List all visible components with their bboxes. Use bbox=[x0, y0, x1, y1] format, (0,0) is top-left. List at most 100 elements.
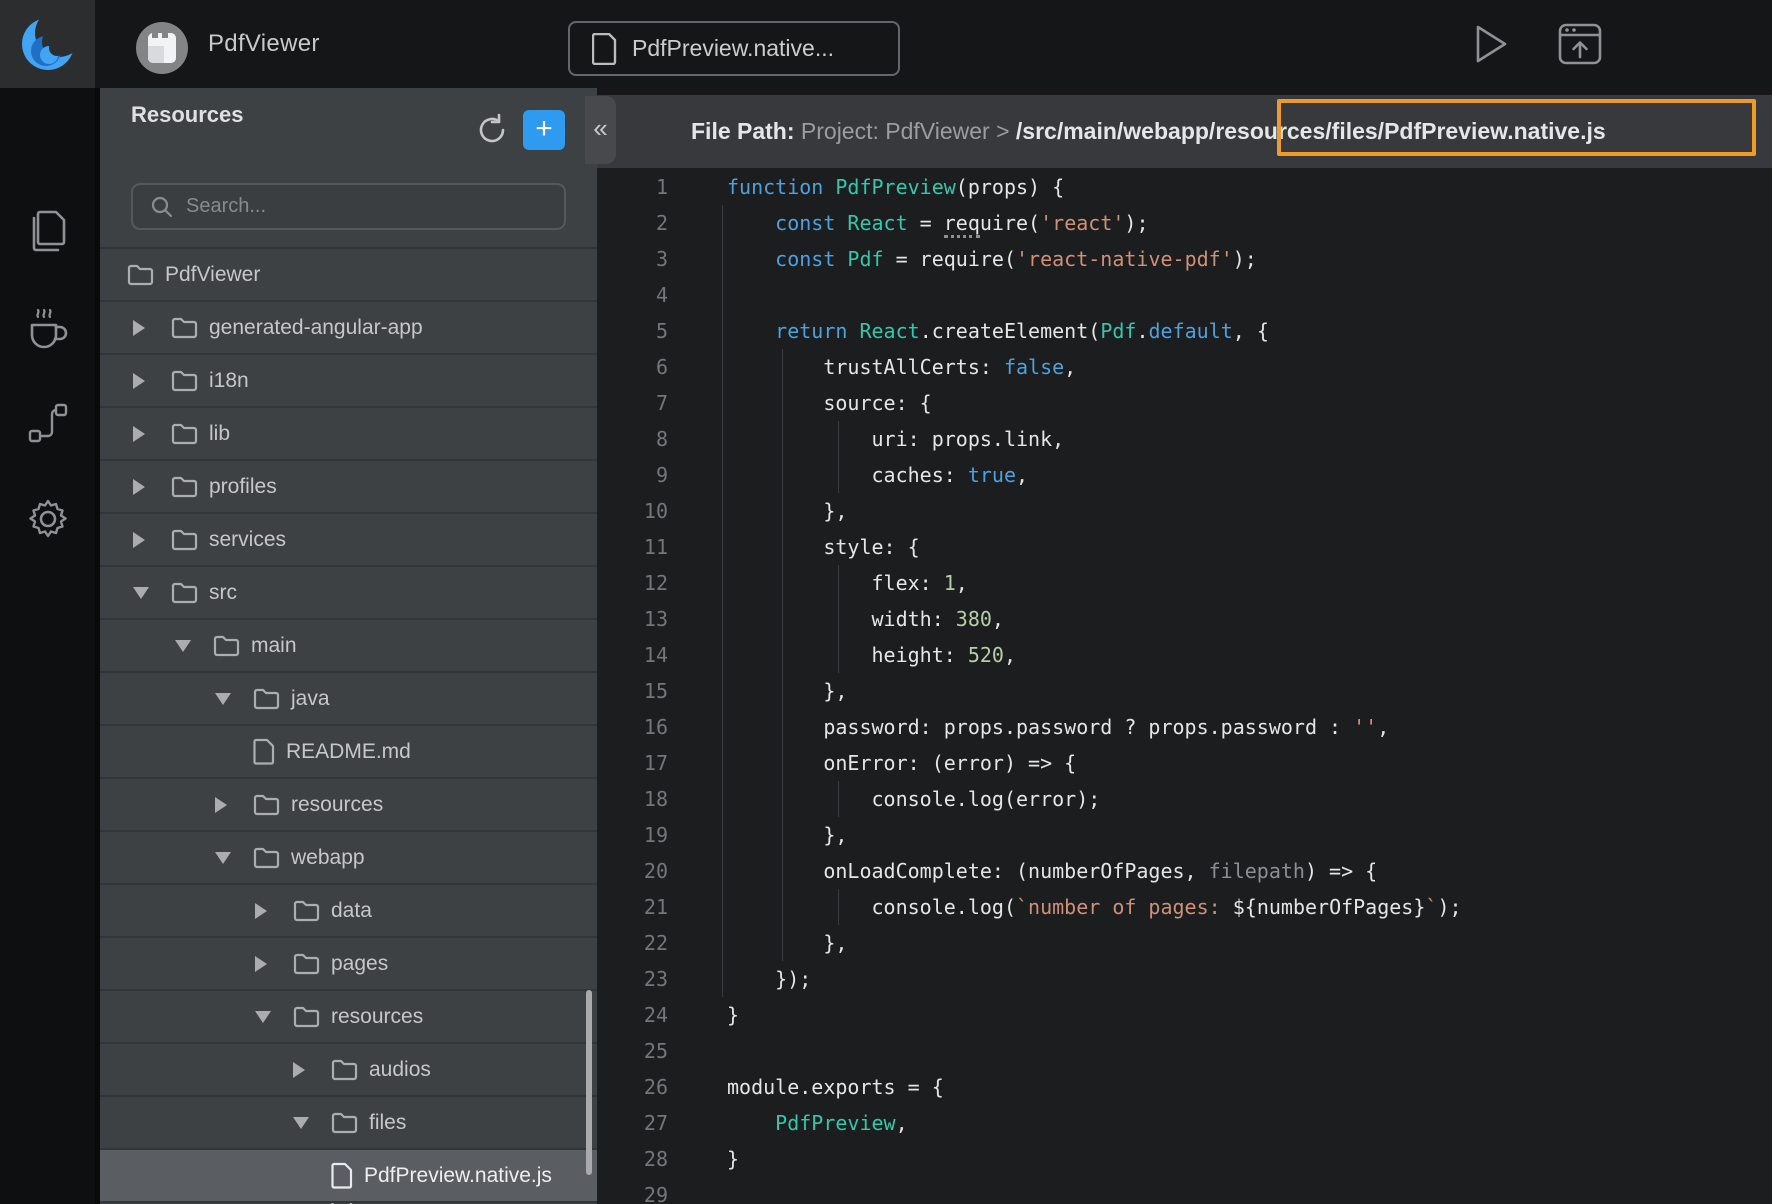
code-line[interactable]: 17 onError: (error) => { bbox=[597, 745, 1772, 781]
code-line[interactable]: 1 function PdfPreview(props) { bbox=[597, 169, 1772, 205]
tree-folder-row[interactable]: services bbox=[100, 512, 597, 565]
code-text: function PdfPreview(props) { bbox=[727, 169, 1064, 205]
code-line[interactable]: 10 }, bbox=[597, 493, 1772, 529]
line-number: 2 bbox=[597, 205, 668, 241]
code-line[interactable]: 7 source: { bbox=[597, 385, 1772, 421]
code-line[interactable]: 16 password: props.password ? props.pass… bbox=[597, 709, 1772, 745]
folder-icon bbox=[293, 899, 320, 922]
coffee-tool-button[interactable] bbox=[25, 304, 71, 350]
line-number: 20 bbox=[597, 853, 668, 889]
chevron-down-icon[interactable] bbox=[133, 587, 171, 599]
folder-icon bbox=[171, 316, 198, 339]
search-icon bbox=[150, 195, 174, 219]
tree-folder-row[interactable]: main bbox=[100, 618, 597, 671]
tree-folder-row[interactable]: PdfViewer bbox=[100, 247, 597, 300]
tree-folder-row[interactable]: src bbox=[100, 565, 597, 618]
code-line[interactable]: 28} bbox=[597, 1141, 1772, 1177]
code-line[interactable]: 15 }, bbox=[597, 673, 1772, 709]
code-line[interactable]: 20 onLoadComplete: (numberOfPages, filep… bbox=[597, 853, 1772, 889]
tree-file-row[interactable]: PdfPreview.native.js bbox=[100, 1148, 597, 1201]
ide-logo[interactable] bbox=[0, 0, 95, 88]
line-number: 23 bbox=[597, 961, 668, 997]
code-line[interactable]: 8 uri: props.link, bbox=[597, 421, 1772, 457]
code-line[interactable]: 9 caches: true, bbox=[597, 457, 1772, 493]
chevron-right-icon[interactable] bbox=[215, 797, 253, 813]
code-line[interactable]: 3 const Pdf = require('react-native-pdf'… bbox=[597, 241, 1772, 277]
chevron-right-icon[interactable] bbox=[133, 373, 171, 389]
pages-tool-button[interactable] bbox=[25, 208, 71, 254]
chevron-right-icon[interactable] bbox=[133, 479, 171, 495]
line-number: 15 bbox=[597, 673, 668, 709]
code-line[interactable]: 6 trustAllCerts: false, bbox=[597, 349, 1772, 385]
chevron-down-icon[interactable] bbox=[293, 1117, 331, 1129]
chevron-down-icon[interactable] bbox=[215, 852, 253, 864]
code-line[interactable]: 22 }, bbox=[597, 925, 1772, 961]
line-number: 10 bbox=[597, 493, 668, 529]
code-line[interactable]: 19 }, bbox=[597, 817, 1772, 853]
tree-folder-row[interactable]: audios bbox=[100, 1042, 597, 1095]
tree-folder-row[interactable]: webapp bbox=[100, 830, 597, 883]
code-line[interactable]: 11 style: { bbox=[597, 529, 1772, 565]
code-line[interactable]: 5 return React.createElement(Pdf.default… bbox=[597, 313, 1772, 349]
settings-tool-button[interactable] bbox=[25, 496, 71, 542]
open-file-tab[interactable]: PdfPreview.native... bbox=[568, 21, 900, 76]
tree-folder-row[interactable]: java bbox=[100, 671, 597, 724]
chevron-right-icon[interactable] bbox=[255, 956, 293, 972]
code-line[interactable]: 21 console.log(`number of pages: ${numbe… bbox=[597, 889, 1772, 925]
line-number: 5 bbox=[597, 313, 668, 349]
tree-folder-row[interactable]: lib bbox=[100, 406, 597, 459]
code-line[interactable]: 12 flex: 1, bbox=[597, 565, 1772, 601]
search-input[interactable]: Search... bbox=[131, 183, 566, 230]
chevron-right-icon[interactable] bbox=[255, 903, 293, 919]
code-line[interactable]: 18 console.log(error); bbox=[597, 781, 1772, 817]
tree-item-label: main bbox=[251, 634, 297, 658]
chevron-down-icon[interactable] bbox=[175, 640, 213, 652]
folder-icon bbox=[253, 846, 280, 869]
code-line[interactable]: 26module.exports = { bbox=[597, 1069, 1772, 1105]
code-text: style: { bbox=[727, 529, 920, 565]
tree-file-row[interactable]: README.md bbox=[100, 724, 597, 777]
tree-folder-row[interactable]: pages bbox=[100, 936, 597, 989]
chevron-double-left-icon: « bbox=[593, 113, 607, 144]
plus-icon: + bbox=[535, 114, 553, 144]
code-line[interactable]: 29 bbox=[597, 1177, 1772, 1204]
chevron-down-icon[interactable] bbox=[255, 1011, 293, 1023]
code-line[interactable]: 14 height: 520, bbox=[597, 637, 1772, 673]
flow-tool-button[interactable] bbox=[25, 400, 71, 446]
chevron-right-icon[interactable] bbox=[133, 426, 171, 442]
open-in-window-button[interactable] bbox=[1556, 21, 1604, 67]
line-number: 8 bbox=[597, 421, 668, 457]
code-text: }); bbox=[727, 961, 811, 997]
code-line[interactable]: 23 }); bbox=[597, 961, 1772, 997]
code-line[interactable]: 27 PdfPreview, bbox=[597, 1105, 1772, 1141]
tree-folder-row[interactable]: resources bbox=[100, 989, 597, 1042]
chevron-down-icon[interactable] bbox=[215, 693, 253, 705]
code-text: caches: true, bbox=[727, 457, 1028, 493]
chevron-right-icon[interactable] bbox=[133, 320, 171, 336]
line-number: 14 bbox=[597, 637, 668, 673]
code-line[interactable]: 2 const React = require('react'); bbox=[597, 205, 1772, 241]
code-line[interactable]: 4 bbox=[597, 277, 1772, 313]
line-number: 1 bbox=[597, 169, 668, 205]
tree-folder-row[interactable]: i18n bbox=[100, 353, 597, 406]
line-number: 19 bbox=[597, 817, 668, 853]
code-line[interactable]: 13 width: 380, bbox=[597, 601, 1772, 637]
tree-folder-row[interactable]: files bbox=[100, 1095, 597, 1148]
code-text: flex: 1, bbox=[727, 565, 968, 601]
tree-folder-row[interactable]: profiles bbox=[100, 459, 597, 512]
tree-folder-row[interactable]: resources bbox=[100, 777, 597, 830]
tree-scrollbar[interactable] bbox=[586, 990, 592, 1175]
code-line[interactable]: 24} bbox=[597, 997, 1772, 1033]
line-number: 29 bbox=[597, 1177, 668, 1204]
add-resource-button[interactable]: + bbox=[523, 110, 565, 150]
refresh-button[interactable] bbox=[474, 112, 510, 148]
run-button[interactable] bbox=[1468, 22, 1512, 66]
chevron-right-icon[interactable] bbox=[133, 532, 171, 548]
search-placeholder: Search... bbox=[186, 195, 266, 218]
chevron-right-icon[interactable] bbox=[293, 1062, 331, 1078]
tree-folder-row[interactable]: generated-angular-app bbox=[100, 300, 597, 353]
code-editor[interactable]: 1 function PdfPreview(props) {2 const Rea… bbox=[597, 168, 1772, 1204]
tree-folder-row[interactable]: data bbox=[100, 883, 597, 936]
collapse-panel-button[interactable]: « bbox=[585, 96, 616, 164]
code-line[interactable]: 25 bbox=[597, 1033, 1772, 1069]
